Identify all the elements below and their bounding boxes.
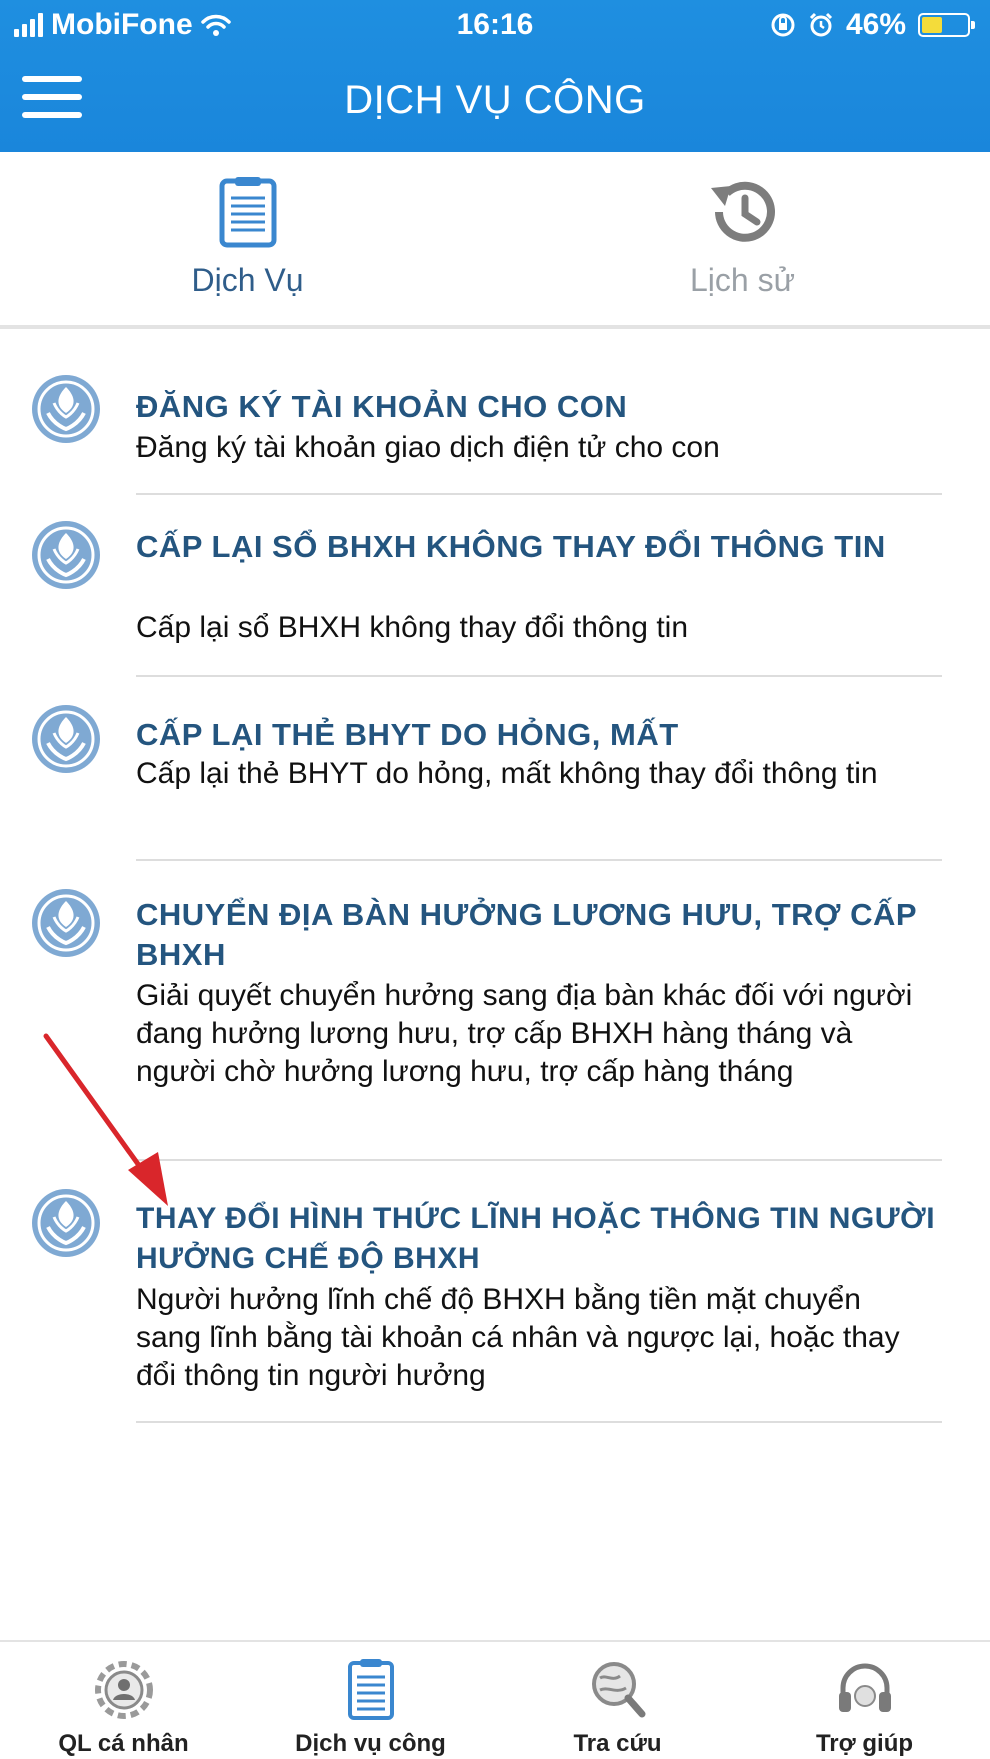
divider bbox=[136, 1421, 942, 1423]
nav-item-public-services[interactable]: Dịch vụ công bbox=[247, 1642, 494, 1759]
battery-percent: 46% bbox=[845, 8, 906, 41]
bhxh-logo-icon bbox=[32, 375, 100, 443]
nav-item-help[interactable]: Trợ giúp bbox=[741, 1642, 988, 1759]
tab-history-label: Lịch sử bbox=[689, 262, 795, 298]
service-title: ĐĂNG KÝ TÀI KHOẢN CHO CON bbox=[136, 389, 628, 424]
service-description: Giải quyết chuyển hưởng sang địa bàn khá… bbox=[136, 979, 913, 1088]
battery-icon bbox=[918, 13, 975, 37]
status-bar: MobiFone 16:16 46% bbox=[0, 0, 990, 50]
bhxh-logo-icon bbox=[32, 705, 100, 773]
service-description: Cấp lại thẻ BHYT do hỏng, mất không thay… bbox=[136, 757, 878, 790]
bhxh-logo-icon bbox=[32, 521, 100, 589]
nav-item-personal[interactable]: QL cá nhân bbox=[0, 1642, 247, 1759]
headset-icon bbox=[833, 1658, 897, 1727]
app-header: MobiFone 16:16 46% DỊCH VỤ CÔNG bbox=[0, 0, 990, 152]
nav-label: QL cá nhân bbox=[58, 1730, 189, 1757]
history-icon bbox=[705, 176, 781, 253]
status-right: 46% bbox=[770, 8, 975, 42]
service-item-reissue-bhxh-book[interactable]: CẤP LẠI SỔ BHXH KHÔNG THAY ĐỔI THÔNG TIN… bbox=[0, 495, 990, 677]
top-tabs: Dịch Vụ Lịch sử bbox=[0, 152, 990, 327]
orientation-lock-icon bbox=[771, 13, 795, 37]
service-description: Cấp lại sổ BHXH không thay đổi thông tin bbox=[136, 611, 688, 644]
bhxh-logo-icon bbox=[32, 889, 100, 957]
service-item-reissue-bhyt-card[interactable]: CẤP LẠI THẺ BHYT DO HỎNG, MẤT Cấp lại th… bbox=[0, 677, 990, 861]
service-title: CẤP LẠI SỔ BHXH KHÔNG THAY ĐỔI THÔNG TIN bbox=[136, 529, 886, 564]
service-description: Đăng ký tài khoản giao dịch điện tử cho … bbox=[136, 431, 720, 464]
bottom-nav: QL cá nhân Dịch vụ công Tra cứu Trợ giúp bbox=[0, 1640, 990, 1759]
clipboard-icon bbox=[347, 1658, 395, 1725]
service-title: THAY ĐỔI HÌNH THỨC LĨNH HOẶC THÔNG TIN N… bbox=[136, 1202, 936, 1275]
red-arrow-annotation bbox=[43, 1033, 168, 1206]
service-title: CẤP LẠI THẺ BHYT DO HỎNG, MẤT bbox=[136, 717, 679, 752]
alarm-icon bbox=[809, 12, 833, 37]
personal-settings-icon bbox=[92, 1658, 156, 1727]
clipboard-icon bbox=[219, 176, 277, 253]
nav-label: Trợ giúp bbox=[815, 1730, 914, 1757]
service-description: Người hưởng lĩnh chế độ BHXH bằng tiền m… bbox=[136, 1283, 900, 1392]
nav-label: Dịch vụ công bbox=[295, 1730, 446, 1757]
service-item-register-child-account[interactable]: ĐĂNG KÝ TÀI KHOẢN CHO CON Đăng ký tài kh… bbox=[0, 329, 990, 495]
tab-history[interactable]: Lịch sử bbox=[495, 152, 990, 327]
search-globe-icon bbox=[586, 1658, 650, 1727]
tab-services-label: Dịch Vụ bbox=[191, 262, 304, 298]
nav-label: Tra cứu bbox=[573, 1730, 662, 1757]
tab-services[interactable]: Dịch Vụ bbox=[0, 152, 495, 327]
service-title: CHUYỂN ĐỊA BÀN HƯỞNG LƯƠNG HƯU, TRỢ CẤP … bbox=[136, 897, 917, 972]
nav-item-lookup[interactable]: Tra cứu bbox=[494, 1642, 741, 1759]
page-title: DỊCH VỤ CÔNG bbox=[344, 78, 646, 122]
